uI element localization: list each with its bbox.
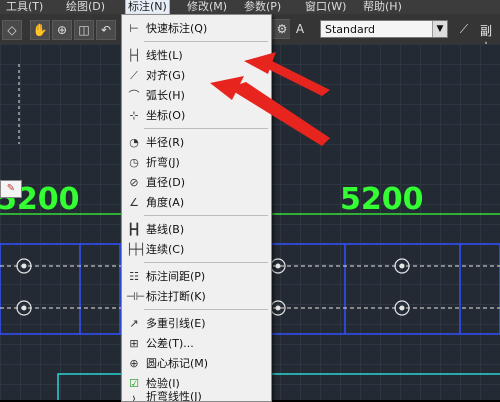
menu-item-diameter[interactable]: ⊘ 直径(D) xyxy=(122,173,269,192)
diameter-icon: ⊘ xyxy=(129,176,139,189)
ucs-marker-icon[interactable]: ✎ xyxy=(0,180,22,198)
settings-icon[interactable]: ⚙ xyxy=(272,19,292,39)
dimension-text-right: 5200 xyxy=(340,182,424,217)
menu-item-dim-space[interactable]: ☷ 标注间距(P) xyxy=(122,267,269,286)
arc-length-icon: ⌒ xyxy=(128,89,140,102)
menu-modify[interactable]: 修改(M) xyxy=(187,0,227,14)
menu-separator xyxy=(144,41,268,42)
multileader-icon: ↗ xyxy=(129,317,139,330)
menu-item-aligned[interactable]: ⟋ 对齐(G) xyxy=(122,66,269,85)
dim-space-icon: ☷ xyxy=(129,270,139,283)
menu-item-continue[interactable]: ├┼┤ 连续(C) xyxy=(122,240,269,259)
menu-item-quick-dimension[interactable]: ⊢ 快速标注(Q) xyxy=(122,19,269,38)
toolbar-right: ⚙ A Standard ▼ ⟋ 副本 xyxy=(270,14,500,55)
baseline-icon: ┣┫ xyxy=(127,223,141,236)
zoom-previous-icon[interactable]: ↶ xyxy=(96,20,116,40)
menu-parameters[interactable]: 参数(P) xyxy=(244,0,281,14)
zoom-realtime-icon[interactable]: ⊕ xyxy=(52,20,72,40)
angle-icon: ∠ xyxy=(129,196,139,209)
radius-icon: ◔ xyxy=(129,136,139,149)
menu-tools[interactable]: 工具(T) xyxy=(6,0,43,14)
menu-separator xyxy=(144,215,268,216)
linear-dimension-icon: ├┤ xyxy=(127,49,141,62)
menu-bar: 工具(T) 绘图(D) 标注(N) 修改(M) 参数(P) 窗口(W) 帮助(H… xyxy=(0,0,500,15)
menu-dimension[interactable]: 标注(N) xyxy=(125,0,170,15)
menu-item-linear[interactable]: ├┤ 线性(L) xyxy=(122,46,269,65)
menu-item-center-mark[interactable]: ⊕ 圆心标记(M) xyxy=(122,354,269,373)
toolbar-left: ◇ ✋ ⊕ ◫ ↶ xyxy=(0,14,122,45)
tolerance-icon: ⊞ xyxy=(129,337,139,350)
menu-item-jogged[interactable]: ◷ 折弯(J) xyxy=(122,153,269,172)
continue-icon: ├┼┤ xyxy=(126,243,146,256)
dim-break-icon: ⊣⊢ xyxy=(126,290,146,303)
menu-item-ordinate[interactable]: ⊹ 坐标(O) xyxy=(122,106,269,125)
quick-dimension-icon: ⊢ xyxy=(129,22,139,35)
menu-help[interactable]: 帮助(H) xyxy=(363,0,402,14)
text-style-combo[interactable]: Standard ▼ xyxy=(320,20,448,38)
text-style-value: Standard xyxy=(325,23,376,36)
inspection-icon: ☑ xyxy=(129,377,139,390)
ordinate-icon: ⊹ xyxy=(129,109,139,122)
menu-separator xyxy=(144,128,268,129)
dim-style-icon[interactable]: ⟋ xyxy=(454,19,474,39)
orbit-icon[interactable]: ◇ xyxy=(2,20,22,40)
menu-window[interactable]: 窗口(W) xyxy=(305,0,346,14)
jogged-icon: ◷ xyxy=(129,156,139,169)
center-mark-icon: ⊕ xyxy=(129,357,139,370)
dimension-dropdown-menu: ⊢ 快速标注(Q) ├┤ 线性(L) ⟋ 对齐(G) ⌒ 弧长(H) ⊹ 坐标(… xyxy=(121,14,272,402)
menu-item-multileader[interactable]: ↗ 多重引线(E) xyxy=(122,314,269,333)
menu-item-radius[interactable]: ◔ 半径(R) xyxy=(122,133,269,152)
menu-draw[interactable]: 绘图(D) xyxy=(66,0,105,14)
menu-separator xyxy=(144,309,268,310)
text-style-icon[interactable]: A xyxy=(290,19,310,39)
menu-item-angle[interactable]: ∠ 角度(A) xyxy=(122,193,269,212)
chevron-down-icon: ▼ xyxy=(432,21,447,37)
aligned-dimension-icon: ⟋ xyxy=(130,69,138,82)
menu-item-arc-length[interactable]: ⌒ 弧长(H) xyxy=(122,86,269,105)
menu-item-tolerance[interactable]: ⊞ 公差(T)... xyxy=(122,334,269,353)
menu-item-dim-break[interactable]: ⊣⊢ 标注打断(K) xyxy=(122,287,269,306)
menu-separator xyxy=(144,262,268,263)
menu-item-baseline[interactable]: ┣┫ 基线(B) xyxy=(122,220,269,239)
pan-icon[interactable]: ✋ xyxy=(30,20,50,40)
zoom-window-icon[interactable]: ◫ xyxy=(74,20,94,40)
